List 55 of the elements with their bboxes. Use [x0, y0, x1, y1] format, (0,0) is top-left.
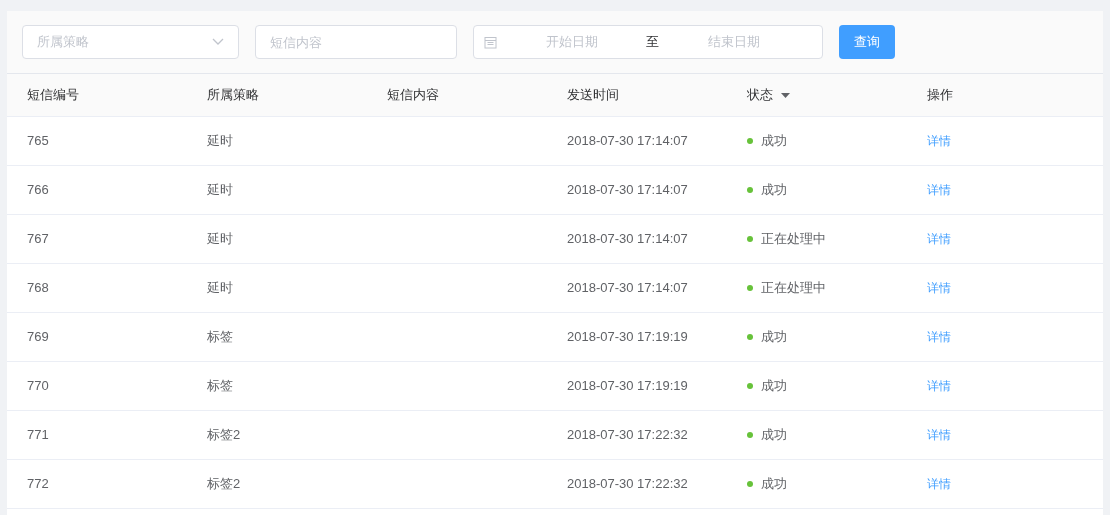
date-range-separator: 至 — [646, 33, 659, 52]
status-text: 成功 — [761, 475, 787, 494]
date-range-picker[interactable]: 开始日期 至 结束日期 — [473, 25, 823, 59]
detail-link[interactable]: 详情 — [927, 132, 951, 150]
start-date-field[interactable]: 开始日期 — [497, 32, 646, 52]
table-cell-text: 2018-07-30 17:14:07 — [567, 181, 688, 200]
table-cell-text: 延时 — [207, 279, 233, 298]
status-text: 成功 — [761, 132, 787, 151]
table-cell-text: 765 — [27, 132, 49, 151]
end-date-field[interactable]: 结束日期 — [659, 32, 808, 52]
detail-link[interactable]: 详情 — [927, 328, 951, 346]
detail-link[interactable]: 详情 — [927, 181, 951, 199]
table-cell-text: 2018-07-30 17:14:07 — [567, 279, 688, 298]
table-cell-text: 2018-07-30 17:14:07 — [567, 132, 688, 151]
status-text: 成功 — [761, 426, 787, 445]
column-header: 发送时间 — [567, 86, 619, 105]
table-cell-text: 延时 — [207, 230, 233, 249]
detail-link[interactable]: 详情 — [927, 279, 951, 297]
status-text: 成功 — [761, 377, 787, 396]
status-text: 成功 — [761, 328, 787, 347]
table-cell-text: 767 — [27, 230, 49, 249]
status-text: 成功 — [761, 181, 787, 200]
column-header: 操作 — [927, 86, 953, 105]
table-cell-text: 769 — [27, 328, 49, 347]
table-cell-text: 2018-07-30 17:19:19 — [567, 328, 688, 347]
table-cell-text: 2018-07-30 17:14:07 — [567, 230, 688, 249]
detail-link[interactable]: 详情 — [927, 230, 951, 248]
calendar-icon — [484, 35, 497, 49]
table-cell-text: 标签2 — [207, 426, 241, 445]
detail-link[interactable]: 详情 — [927, 377, 951, 395]
chevron-down-icon — [212, 38, 224, 46]
sort-caret-icon[interactable] — [781, 92, 790, 98]
table-cell-text: 2018-07-30 17:22:32 — [567, 475, 688, 494]
content-input-field[interactable]: 短信内容 — [255, 25, 457, 59]
column-header: 状态 — [747, 86, 773, 105]
table-cell-text: 770 — [27, 377, 49, 396]
detail-link[interactable]: 详情 — [927, 475, 951, 493]
column-header: 短信内容 — [387, 86, 439, 105]
table-cell-text: 766 — [27, 181, 49, 200]
status-text: 正在处理中 — [761, 279, 826, 298]
table-cell-text: 772 — [27, 475, 49, 494]
column-header: 短信编号 — [27, 86, 79, 105]
detail-link[interactable]: 详情 — [927, 426, 951, 444]
table-cell-text: 768 — [27, 279, 49, 298]
table-cell-text: 2018-07-30 17:19:19 — [567, 377, 688, 396]
table-cell-text: 2018-07-30 17:22:32 — [567, 426, 688, 445]
table-cell-text: 标签 — [207, 328, 233, 347]
query-button[interactable]: 查询 — [839, 25, 895, 59]
status-text: 正在处理中 — [761, 230, 826, 249]
table-cell-text: 标签2 — [207, 475, 241, 494]
column-header: 所属策略 — [207, 86, 259, 105]
table-cell-text: 延时 — [207, 181, 233, 200]
table-cell-text: 延时 — [207, 132, 233, 151]
table-cell-text: 标签 — [207, 377, 233, 396]
table-cell-text: 771 — [27, 426, 49, 445]
